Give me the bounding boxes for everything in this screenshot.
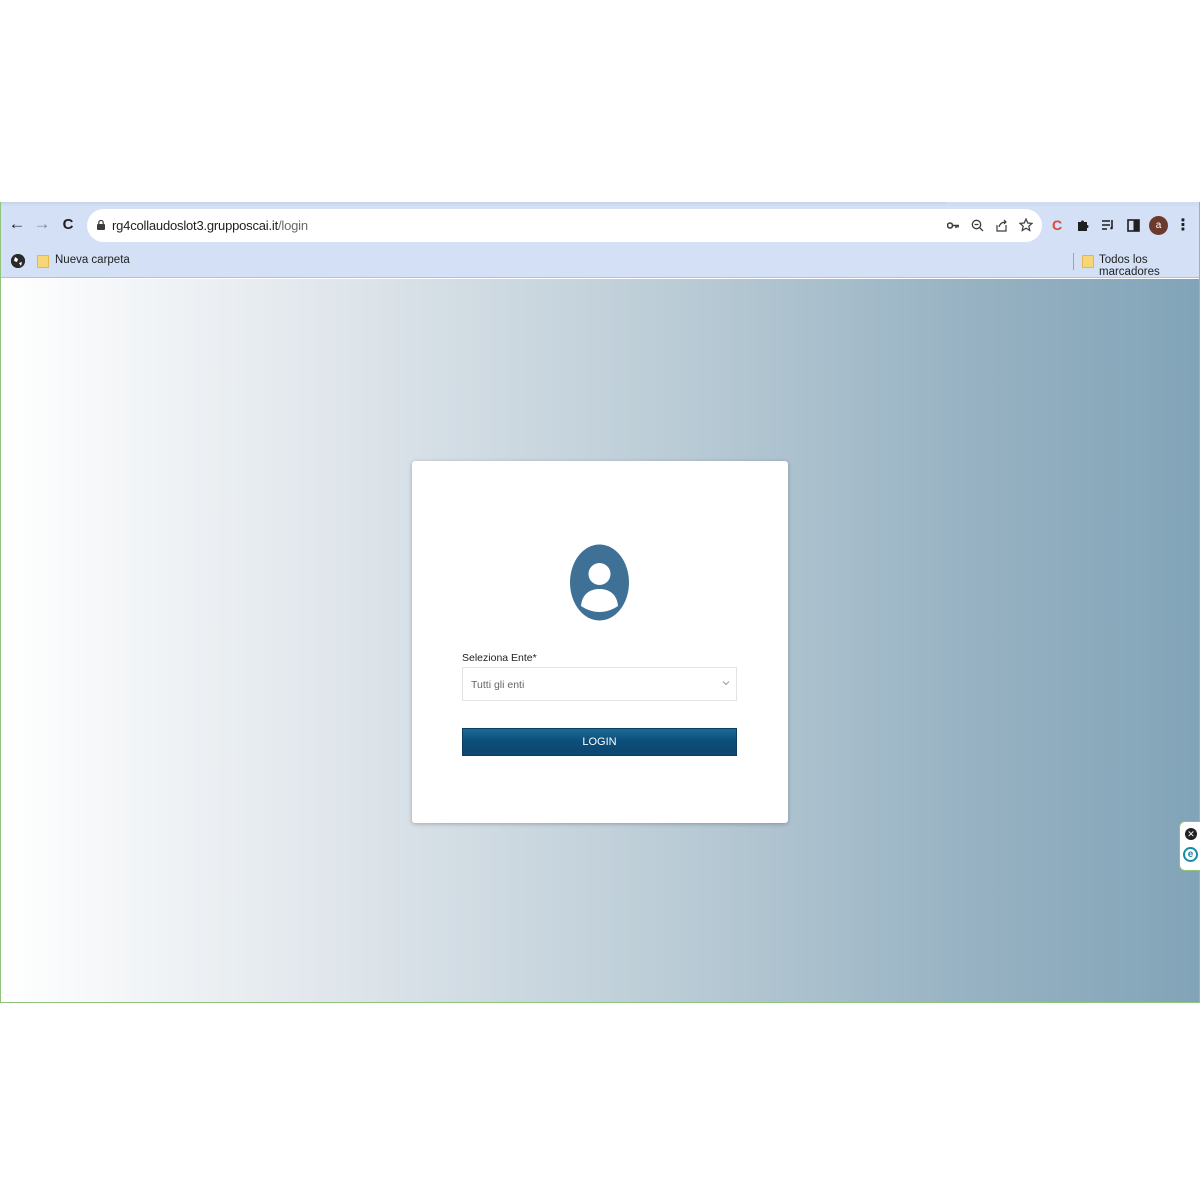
forward-button[interactable]: → xyxy=(31,213,53,235)
url-text[interactable]: rg4collaudoslot3.grupposcai.it/login xyxy=(112,218,308,233)
bookmarks-bar: Nueva carpeta Todos los marcadores xyxy=(1,244,1199,278)
browser-toolbar: ← → C rg4collaudoslot3.grupposcai.it/log… xyxy=(1,206,1199,244)
back-button[interactable]: ← xyxy=(6,213,28,235)
browser-window: ← → C rg4collaudoslot3.grupposcai.it/log… xyxy=(0,202,1200,1003)
login-card: Seleziona Ente* Tutti gli enti LOGIN xyxy=(412,461,788,823)
reading-list-icon[interactable] xyxy=(1099,216,1117,234)
share-icon[interactable] xyxy=(992,216,1010,234)
lock-icon[interactable] xyxy=(97,220,105,230)
profile-avatar[interactable]: a xyxy=(1149,216,1168,235)
url-host: rg4collaudoslot3.grupposcai.it xyxy=(112,218,278,233)
ente-select[interactable]: Tutti gli enti xyxy=(462,667,737,701)
globe-icon[interactable] xyxy=(11,254,25,268)
all-bookmarks-button[interactable]: Todos los marcadores xyxy=(1099,254,1199,278)
key-icon[interactable] xyxy=(944,216,962,234)
all-bookmarks-folder-icon xyxy=(1082,255,1094,268)
puzzle-icon[interactable] xyxy=(1074,216,1092,234)
ente-select-value: Tutti gli enti xyxy=(471,679,525,691)
side-widget: ✕ e xyxy=(1179,821,1200,871)
extension-c-icon[interactable]: C xyxy=(1048,216,1066,234)
select-ente-label: Seleziona Ente* xyxy=(462,652,537,664)
address-bar[interactable]: rg4collaudoslot3.grupposcai.it/login xyxy=(87,209,1042,242)
e-extension-icon[interactable]: e xyxy=(1183,847,1198,862)
url-path: /login xyxy=(278,218,308,233)
browser-menu-button[interactable]: ⋮ xyxy=(1174,216,1192,234)
side-panel-icon[interactable] xyxy=(1124,216,1142,234)
user-avatar-icon xyxy=(570,544,629,621)
star-icon[interactable] xyxy=(1017,216,1035,234)
folder-icon xyxy=(37,255,49,268)
login-button[interactable]: LOGIN xyxy=(462,728,737,756)
bookmark-folder-nueva-carpeta[interactable]: Nueva carpeta xyxy=(55,254,130,266)
reload-button[interactable]: C xyxy=(57,213,79,235)
bookmarks-separator xyxy=(1073,253,1074,270)
zoom-icon[interactable] xyxy=(968,216,986,234)
close-icon[interactable]: ✕ xyxy=(1185,828,1197,840)
chevron-down-icon xyxy=(722,681,730,686)
login-page: Seleziona Ente* Tutti gli enti LOGIN ✕ e xyxy=(1,279,1200,1002)
